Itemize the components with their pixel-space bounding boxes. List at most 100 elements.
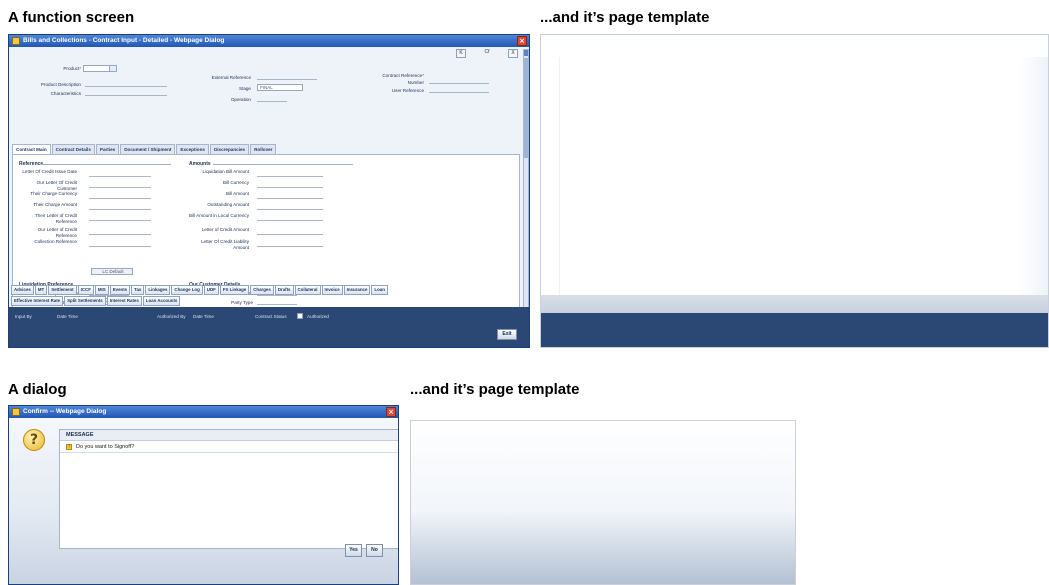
function-page-template bbox=[540, 34, 1049, 348]
bottom-tab-1-15[interactable]: Insurance bbox=[343, 285, 371, 295]
tab-3[interactable]: Document / Shipment bbox=[120, 144, 176, 154]
product-lookup-icon[interactable] bbox=[109, 65, 117, 72]
no-button[interactable]: No bbox=[366, 544, 383, 557]
bottom-tab-1-6[interactable]: Tax bbox=[131, 285, 145, 295]
reference-field-input[interactable] bbox=[89, 203, 151, 210]
bottom-tab-1-14[interactable]: Invoice bbox=[321, 285, 343, 295]
amounts-heading: Amounts bbox=[189, 161, 211, 167]
bottom-tab-1-2[interactable]: Settlement bbox=[48, 285, 77, 295]
nav-prev-button[interactable]: K bbox=[456, 49, 466, 58]
scrollbar-thumb[interactable] bbox=[524, 58, 528, 158]
bottom-tab-1-8[interactable]: Change Log bbox=[171, 285, 203, 295]
stage-label: Stage bbox=[238, 86, 251, 91]
stage-select[interactable]: FINAL bbox=[257, 84, 303, 91]
bottom-tab-2-2[interactable]: Interest Rates bbox=[106, 296, 142, 306]
amount-field-label: Bill Amount in Local Currency bbox=[189, 213, 250, 218]
amount-field-input[interactable] bbox=[257, 170, 323, 177]
close-icon[interactable]: × bbox=[386, 407, 396, 417]
reference-field-input[interactable] bbox=[89, 181, 151, 188]
dialog-page-template bbox=[410, 420, 796, 585]
reference-field-label: Their Charge Currency bbox=[30, 191, 77, 196]
amount-field-input[interactable] bbox=[257, 192, 323, 199]
user-reference-field[interactable] bbox=[429, 86, 489, 93]
tab-6[interactable]: Rollover bbox=[250, 144, 277, 154]
vertical-scrollbar[interactable] bbox=[523, 49, 529, 317]
amount-field-input[interactable] bbox=[257, 181, 323, 188]
auth-date-time-label: Date Time bbox=[193, 314, 214, 319]
reference-field-input[interactable] bbox=[89, 214, 151, 221]
input-by-label: Input By bbox=[15, 314, 32, 319]
amount-field-input[interactable] bbox=[257, 228, 323, 235]
lc-default-button[interactable]: LC Default bbox=[91, 268, 133, 275]
template-footer-band bbox=[541, 313, 1048, 347]
confirm-dialog-titlebar: Confirm -- Webpage Dialog × bbox=[9, 406, 398, 418]
number-label: Number bbox=[407, 80, 424, 85]
tab-1[interactable]: Contract Details bbox=[51, 144, 95, 154]
party-type-field[interactable] bbox=[257, 298, 297, 305]
exit-button[interactable]: Exit bbox=[497, 329, 517, 340]
confirm-dialog: Confirm -- Webpage Dialog × ? MESSAGE ? … bbox=[8, 405, 399, 585]
caption-dialog: A dialog bbox=[8, 381, 67, 398]
tab-2[interactable]: Parties bbox=[95, 144, 120, 154]
reference-field-input[interactable] bbox=[89, 240, 151, 247]
bottom-tab-1-12[interactable]: Drafts bbox=[274, 285, 294, 295]
reference-field-label: Our Letter Of Credit Customer bbox=[36, 180, 77, 191]
bottom-tab-1-7[interactable]: Linkages bbox=[145, 285, 171, 295]
bottom-tabs-row2: Effective Interest Rate Split Settlements… bbox=[11, 296, 181, 306]
authorized-label: Authorized bbox=[307, 314, 329, 319]
nav-next-button[interactable]: X bbox=[508, 49, 518, 58]
party-type-label: Party Type bbox=[231, 300, 253, 305]
amount-field-input[interactable] bbox=[257, 240, 323, 247]
yes-button[interactable]: Yes bbox=[345, 544, 362, 557]
date-time-label: Date Time bbox=[57, 314, 78, 319]
amount-field-label: Letter Of Credit Liability Amount bbox=[201, 239, 249, 250]
message-text: Do you want to Signoff? bbox=[76, 444, 135, 450]
scroll-up-arrow-icon[interactable] bbox=[524, 50, 528, 56]
amount-field-label: Liquidation Bill Amount bbox=[202, 169, 249, 174]
tab-5[interactable]: Discrepancies bbox=[209, 144, 250, 154]
bottom-tab-2-0[interactable]: Effective Interest Rate bbox=[11, 296, 64, 306]
bottom-tab-1-0[interactable]: Advices bbox=[11, 285, 34, 295]
amount-field-label: Bill Currency bbox=[222, 180, 249, 185]
reference-field-input[interactable] bbox=[89, 228, 151, 235]
close-icon[interactable]: × bbox=[517, 36, 527, 46]
confirm-dialog-title: Confirm -- Webpage Dialog bbox=[23, 408, 107, 415]
question-icon: ? bbox=[23, 429, 45, 451]
bottom-tab-1-11[interactable]: Charges bbox=[250, 285, 274, 295]
bottom-tab-2-3[interactable]: Loan Accounts bbox=[142, 296, 181, 306]
reference-field-label: Our Letter of Credit Reference bbox=[37, 227, 77, 238]
reference-field-label: Their Charge Amount bbox=[33, 202, 77, 207]
reference-field-label: Letter Of Credit Issue Date bbox=[22, 169, 77, 174]
tab-4[interactable]: Exceptions bbox=[176, 144, 209, 154]
reference-field-input[interactable] bbox=[89, 170, 151, 177]
bottom-tab-1-16[interactable]: Loan bbox=[371, 285, 388, 295]
question-small-icon: ? bbox=[66, 444, 72, 450]
function-window-title: Bills and Collections - Contract Input -… bbox=[23, 37, 225, 44]
bottom-tab-1-1[interactable]: MT bbox=[34, 285, 48, 295]
bottom-tab-1-3[interactable]: ICCF bbox=[77, 285, 94, 295]
amounts-divider bbox=[213, 164, 353, 165]
reference-heading: Reference bbox=[19, 161, 44, 167]
nav-cf-button[interactable]: Cf bbox=[480, 49, 494, 58]
tab-0[interactable]: Contract Main bbox=[12, 144, 51, 154]
bottom-tab-1-10[interactable]: FX Linkage bbox=[219, 285, 250, 295]
bottom-tab-1-4[interactable]: MIS bbox=[94, 285, 109, 295]
contract-reference-label: Contract Reference* bbox=[382, 73, 424, 78]
characteristics-label: Characteristics bbox=[50, 91, 81, 96]
external-reference-field[interactable] bbox=[257, 73, 317, 80]
authorized-by-label: Authorized By bbox=[157, 314, 186, 319]
template-tab-band bbox=[541, 295, 1048, 313]
bottom-tab-1-9[interactable]: UDF bbox=[203, 285, 219, 295]
reference-field-input[interactable] bbox=[89, 192, 151, 199]
app-icon bbox=[12, 408, 20, 416]
bottom-tab-2-1[interactable]: Split Settlements bbox=[64, 296, 106, 306]
bottom-tab-1-13[interactable]: Collateral bbox=[294, 285, 321, 295]
bottom-tab-1-5[interactable]: Events bbox=[109, 285, 131, 295]
amount-field-label: Bill Amount bbox=[226, 191, 249, 196]
product-label: Product* bbox=[63, 66, 81, 71]
amount-field-input[interactable] bbox=[257, 214, 323, 221]
product-description-field bbox=[85, 80, 167, 87]
contract-reference-field[interactable] bbox=[429, 77, 489, 84]
authorized-checkbox[interactable] bbox=[297, 313, 303, 319]
amount-field-input[interactable] bbox=[257, 203, 323, 210]
